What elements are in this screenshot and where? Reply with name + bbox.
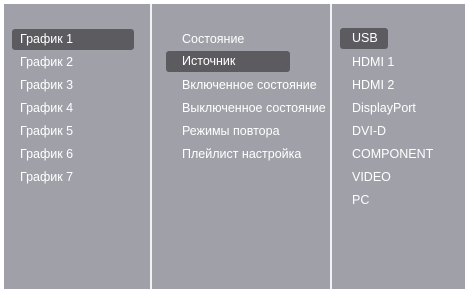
schedule-item-1[interactable]: График 1 (12, 29, 134, 50)
source-item-pc[interactable]: PC (340, 190, 420, 211)
schedule-item-4[interactable]: График 4 (12, 98, 134, 119)
schedule-item-2[interactable]: График 2 (12, 52, 134, 73)
source-item-hdmi1[interactable]: HDMI 1 (340, 52, 420, 73)
schedule-item-7[interactable]: График 7 (12, 167, 134, 188)
source-item-displayport[interactable]: DisplayPort (340, 98, 420, 119)
setting-item-off-state[interactable]: Выключенное состояние (168, 98, 326, 119)
setting-item-playlist-setup[interactable]: Плейлист настройка (168, 144, 301, 165)
setting-item-source[interactable]: Источник (166, 51, 290, 72)
schedule-item-6[interactable]: График 6 (12, 144, 134, 165)
schedule-list: График 1 График 2 График 3 График 4 Граф… (4, 4, 150, 289)
source-list: USB HDMI 1 HDMI 2 DisplayPort DVI-D COMP… (332, 4, 465, 289)
schedule-item-5[interactable]: График 5 (12, 121, 134, 142)
source-item-video[interactable]: VIDEO (340, 167, 420, 188)
osd-menu-panel: График 1 График 2 График 3 График 4 Граф… (4, 4, 465, 289)
source-item-dvi-d[interactable]: DVI-D (340, 121, 420, 142)
schedule-item-3[interactable]: График 3 (12, 75, 134, 96)
setting-item-repeat-modes[interactable]: Режимы повтора (168, 121, 292, 142)
source-item-usb[interactable]: USB (340, 28, 388, 49)
source-item-component[interactable]: COMPONENT (340, 144, 433, 165)
setting-item-status[interactable]: Состояние (168, 29, 292, 50)
source-item-hdmi2[interactable]: HDMI 2 (340, 75, 420, 96)
setting-item-on-state[interactable]: Включенное состояние (168, 75, 317, 96)
schedule-settings-list: Состояние Источник Включенное состояние … (152, 4, 330, 289)
